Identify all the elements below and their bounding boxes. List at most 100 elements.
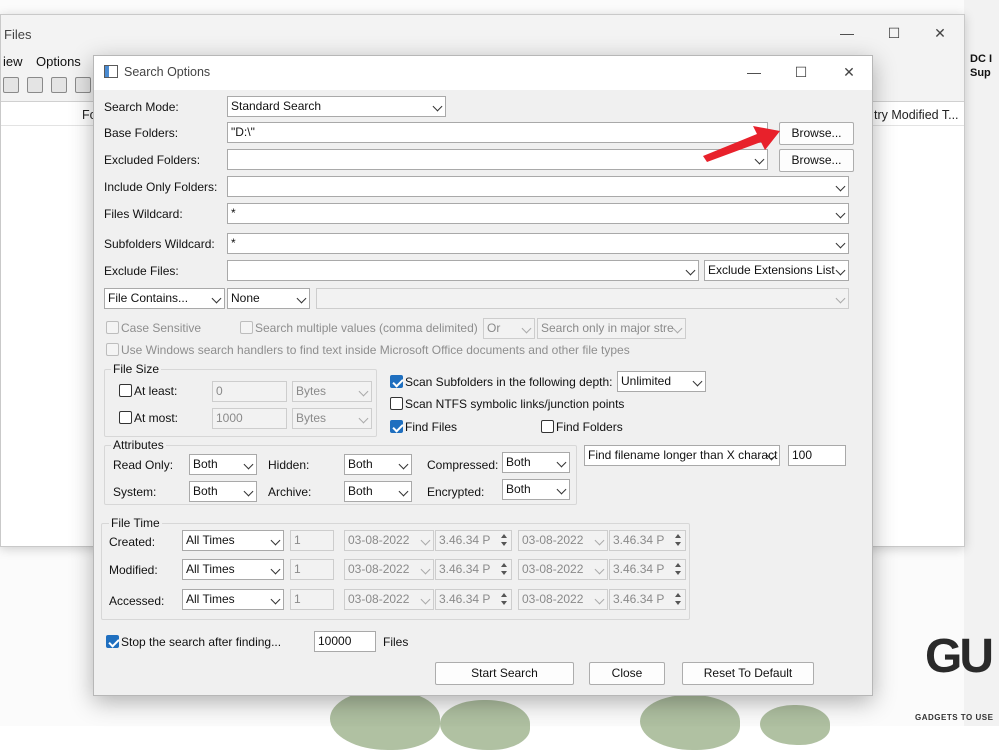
file-size-title: File Size	[111, 362, 162, 376]
created-mode-select[interactable]: All Times	[182, 530, 284, 551]
start-search-button[interactable]: Start Search	[435, 662, 574, 685]
at-least-unit-select[interactable]: Bytes	[292, 381, 372, 402]
scan-subfolders-checkbox[interactable]	[390, 375, 403, 388]
created-date-to-picker[interactable]: 03-08-2022	[518, 530, 608, 551]
search-mode-select[interactable]: Standard Search	[227, 96, 446, 117]
find-folders-checkbox[interactable]	[541, 420, 554, 433]
hidden-select[interactable]: Both	[344, 454, 412, 475]
base-folders-browse-button[interactable]: Browse...	[779, 122, 854, 145]
compressed-select[interactable]: Both	[502, 452, 570, 473]
exclude-mode-select[interactable]: Exclude Extensions List	[704, 260, 849, 281]
exclude-files-label: Exclude Files:	[104, 264, 179, 278]
accessed-date-to-picker[interactable]: 03-08-2022	[518, 589, 608, 610]
reset-to-default-button[interactable]: Reset To Default	[682, 662, 814, 685]
spin-icon[interactable]	[673, 591, 684, 608]
or-select[interactable]: Or	[483, 318, 535, 339]
close-button[interactable]: Close	[589, 662, 665, 685]
close-icon[interactable]: ✕	[839, 62, 859, 82]
multiple-values-checkbox[interactable]	[240, 321, 253, 334]
base-folders-input[interactable]: "D:\"	[227, 122, 768, 143]
modified-time-from-input[interactable]: 3.46.34 P	[435, 559, 512, 580]
accessed-number-input[interactable]: 1	[290, 589, 334, 610]
plant-leaf	[760, 705, 830, 745]
app-window-icon	[104, 65, 118, 78]
bg-minimize-icon[interactable]: —	[837, 23, 857, 43]
system-value: Both	[193, 484, 218, 498]
case-sensitive-checkbox[interactable]	[106, 321, 119, 334]
at-most-input[interactable]: 1000	[212, 408, 287, 429]
annotation-arrow-icon	[703, 126, 780, 162]
accessed-time-to-input[interactable]: 3.46.34 P	[609, 589, 686, 610]
created-number-input[interactable]: 1	[290, 530, 334, 551]
stop-search-checkbox[interactable]	[106, 635, 119, 648]
include-only-folders-label: Include Only Folders:	[104, 180, 218, 194]
created-time-to-input[interactable]: 3.46.34 P	[609, 530, 686, 551]
stop-search-unit: Files	[383, 635, 409, 649]
minimize-icon[interactable]: —	[744, 62, 764, 82]
exclude-files-select[interactable]	[227, 260, 699, 281]
watermark-mark: GU	[925, 630, 994, 683]
chevron-down-icon	[835, 208, 846, 219]
spin-icon[interactable]	[499, 561, 510, 578]
read-only-select[interactable]: Both	[189, 454, 257, 475]
modified-time-to-input[interactable]: 3.46.34 P	[609, 559, 686, 580]
compressed-value: Both	[506, 455, 531, 469]
scan-subfolders-label: Scan Subfolders in the following depth:	[405, 375, 613, 389]
chevron-down-icon	[556, 457, 567, 468]
system-select[interactable]: Both	[189, 481, 257, 502]
scan-depth-select[interactable]: Unlimited	[617, 371, 706, 392]
accessed-mode-select[interactable]: All Times	[182, 589, 284, 610]
created-time-from-input[interactable]: 3.46.34 P	[435, 530, 512, 551]
chevron-down-icon	[358, 413, 369, 424]
copy-icon[interactable]	[27, 77, 43, 93]
modified-number-input[interactable]: 1	[290, 559, 334, 580]
spin-icon[interactable]	[499, 532, 510, 549]
encrypted-select[interactable]: Both	[502, 479, 570, 500]
options-icon[interactable]	[75, 77, 91, 93]
menu-view[interactable]: iew	[3, 54, 23, 69]
scan-ntfs-checkbox[interactable]	[390, 397, 403, 410]
modified-label: Modified:	[109, 563, 158, 577]
refresh-icon[interactable]	[3, 77, 19, 93]
spin-icon[interactable]	[499, 591, 510, 608]
archive-select[interactable]: Both	[344, 481, 412, 502]
at-least-checkbox[interactable]	[119, 384, 132, 397]
search-streams-select[interactable]: Search only in major stre	[537, 318, 686, 339]
file-contains-select[interactable]: File Contains...	[104, 288, 225, 309]
files-wildcard-select[interactable]: *	[227, 203, 849, 224]
properties-icon[interactable]	[51, 77, 67, 93]
subfolders-wildcard-select[interactable]: *	[227, 233, 849, 254]
windows-handlers-checkbox[interactable]	[106, 343, 119, 356]
excluded-folders-browse-button[interactable]: Browse...	[779, 149, 854, 172]
modified-date-from-picker[interactable]: 03-08-2022	[344, 559, 434, 580]
at-least-input[interactable]: 0	[212, 381, 287, 402]
spin-icon[interactable]	[673, 532, 684, 549]
archive-value: Both	[348, 484, 373, 498]
bg-close-icon[interactable]: ✕	[930, 23, 950, 43]
at-most-checkbox[interactable]	[119, 411, 132, 424]
or-value: Or	[487, 321, 501, 335]
encoding-select[interactable]: None	[227, 288, 310, 309]
modified-date-to-picker[interactable]: 03-08-2022	[518, 559, 608, 580]
created-date-from-picker[interactable]: 03-08-2022	[344, 530, 434, 551]
accessed-time-from-input[interactable]: 3.46.34 P	[435, 589, 512, 610]
spin-icon[interactable]	[673, 561, 684, 578]
stop-search-input[interactable]: 10000	[314, 631, 376, 652]
contains-text-select[interactable]	[316, 288, 849, 309]
filename-length-select[interactable]: Find filename longer than X charact	[584, 445, 780, 466]
filename-length-input[interactable]: 100	[788, 445, 846, 466]
column-header-modified[interactable]: try Modified T...	[874, 108, 959, 122]
at-most-unit-select[interactable]: Bytes	[292, 408, 372, 429]
bg-maximize-icon[interactable]: ☐	[884, 23, 904, 43]
chevron-down-icon	[521, 323, 532, 334]
excluded-folders-select[interactable]	[227, 149, 768, 170]
find-files-checkbox[interactable]	[390, 420, 403, 433]
modified-mode-value: All Times	[186, 562, 235, 576]
modified-mode-select[interactable]: All Times	[182, 559, 284, 580]
accessed-date-from-picker[interactable]: 03-08-2022	[344, 589, 434, 610]
include-only-folders-select[interactable]	[227, 176, 849, 197]
desktop-icon-label[interactable]: DC I Sup	[970, 52, 992, 80]
maximize-icon[interactable]: ☐	[791, 62, 811, 82]
archive-label: Archive:	[268, 485, 312, 499]
menu-options[interactable]: Options	[36, 54, 81, 69]
